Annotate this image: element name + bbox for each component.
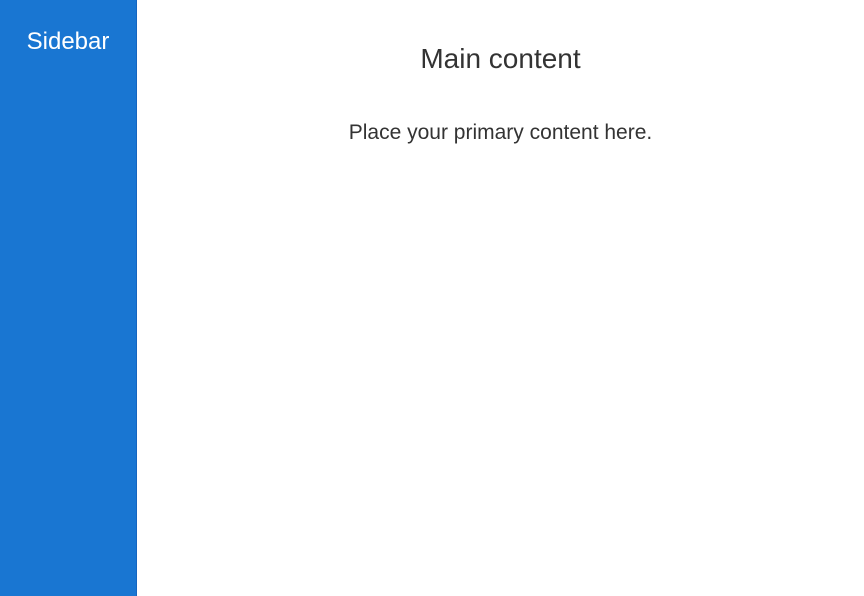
sidebar: Sidebar bbox=[0, 0, 137, 596]
main-content: Main content Place your primary content … bbox=[137, 0, 864, 596]
body-text: Place your primary content here. bbox=[348, 121, 653, 144]
page-title: Main content bbox=[420, 43, 581, 74]
sidebar-title: Sidebar bbox=[26, 28, 110, 55]
